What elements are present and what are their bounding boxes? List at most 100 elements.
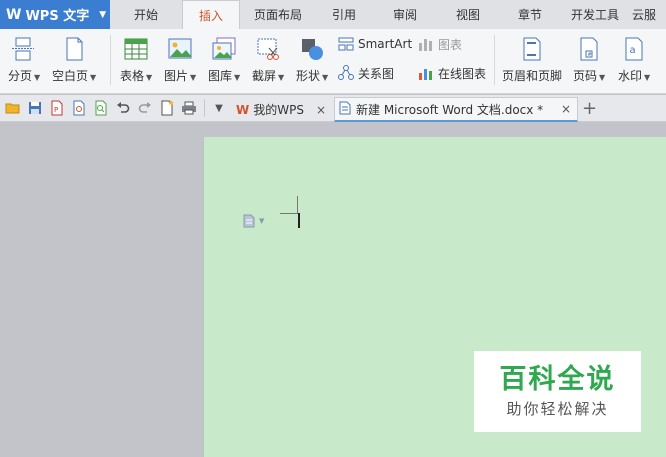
menu-bar: W WPS 文字 ▼ 开始 插入 页面布局 引用 审阅 视图 章节 开发工具 云… bbox=[0, 0, 666, 29]
header-footer-button[interactable]: 页眉和页脚 bbox=[502, 35, 562, 87]
online-chart-label: 在线图表 bbox=[438, 66, 487, 81]
chevron-down-icon: ▼ bbox=[599, 73, 606, 82]
relation-chart-icon bbox=[338, 65, 354, 81]
paragraph-layout-icon[interactable]: ▼ bbox=[242, 213, 268, 229]
close-icon[interactable]: × bbox=[561, 102, 571, 116]
app-menu-button[interactable]: W WPS 文字 ▼ bbox=[0, 0, 110, 29]
menu-tabs: 开始 插入 页面布局 引用 审阅 视图 章节 开发工具 云服 bbox=[110, 0, 666, 29]
watermark-label: 水印 bbox=[618, 69, 643, 83]
tab-references[interactable]: 引用 bbox=[316, 0, 372, 29]
online-chart-button[interactable]: 在线图表 bbox=[418, 64, 486, 82]
gallery-label: 图库 bbox=[208, 69, 233, 83]
word-doc-icon bbox=[339, 101, 351, 118]
save-icon[interactable] bbox=[27, 100, 43, 116]
table-icon bbox=[122, 35, 150, 63]
page-break-icon bbox=[10, 35, 38, 63]
tab-insert[interactable]: 插入 bbox=[182, 0, 240, 29]
table-button[interactable]: 表格 ▼ bbox=[120, 35, 152, 87]
tab-page-layout[interactable]: 页面布局 bbox=[240, 0, 316, 29]
blank-page-label: 空白页 bbox=[52, 69, 89, 83]
watermark-button[interactable]: a 水印 ▼ bbox=[618, 35, 650, 87]
chart-label: 图表 bbox=[438, 37, 463, 52]
shapes-button[interactable]: 形状 ▼ bbox=[296, 35, 328, 87]
header-footer-label: 页眉和页脚 bbox=[502, 69, 563, 83]
document-background bbox=[0, 122, 666, 137]
chevron-down-icon: ▼ bbox=[190, 73, 197, 82]
wps-logo-icon: W bbox=[236, 102, 250, 117]
svg-text:a: a bbox=[630, 45, 636, 56]
tab-cloud[interactable]: 云服 bbox=[628, 0, 666, 29]
picture-button[interactable]: 图片 ▼ bbox=[164, 35, 196, 87]
chevron-down-icon: ▼ bbox=[322, 73, 329, 82]
chevron-down-icon: ▼ bbox=[234, 73, 241, 82]
ribbon: 分页 ▼ 空白页 ▼ 表格 ▼ 图片 ▼ 图库 ▼ 截屏 ▼ 形状 ▼ Smar… bbox=[0, 29, 666, 94]
doc-tab-label: 新建 Microsoft Word 文档.docx * bbox=[356, 102, 544, 117]
chevron-down-icon: ▼ bbox=[34, 73, 41, 82]
text-cursor bbox=[298, 213, 300, 228]
margin-corner-mark bbox=[280, 213, 298, 214]
tab-review[interactable]: 审阅 bbox=[372, 0, 438, 29]
table-label: 表格 bbox=[120, 69, 145, 83]
ribbon-divider bbox=[110, 35, 111, 85]
chevron-down-icon: ▼ bbox=[644, 73, 651, 82]
ribbon-divider bbox=[494, 35, 495, 85]
page-break-label: 分页 bbox=[8, 69, 33, 83]
chevron-down-icon: ▼ bbox=[278, 73, 285, 82]
gallery-button[interactable]: 图库 ▼ bbox=[208, 35, 240, 87]
tab-home[interactable]: 开始 bbox=[110, 0, 182, 29]
watermark-title: 百科全说 bbox=[499, 364, 616, 395]
chevron-down-icon[interactable]: ▼ bbox=[211, 100, 227, 116]
relation-chart-label: 关系图 bbox=[358, 66, 395, 81]
svg-text:#: # bbox=[588, 52, 592, 58]
chevron-down-icon: ▼ bbox=[259, 217, 265, 225]
shapes-label: 形状 bbox=[296, 69, 321, 83]
header-footer-icon bbox=[518, 35, 546, 63]
chevron-down-icon: ▼ bbox=[90, 73, 97, 82]
margin-corner-mark bbox=[297, 196, 298, 214]
smartart-label: SmartArt bbox=[358, 37, 413, 51]
page-number-button[interactable]: # 页码 ▼ bbox=[573, 35, 605, 87]
find-icon[interactable] bbox=[93, 100, 109, 116]
screenshot-label: 截屏 bbox=[252, 69, 277, 83]
redo-icon[interactable] bbox=[137, 100, 153, 116]
export-pdf-icon[interactable]: P bbox=[49, 100, 65, 116]
plus-icon[interactable]: + bbox=[582, 98, 597, 119]
tab-view[interactable]: 视图 bbox=[438, 0, 498, 29]
scissors-icon bbox=[254, 35, 282, 63]
shapes-icon bbox=[298, 35, 326, 63]
chevron-down-icon: ▼ bbox=[99, 9, 107, 20]
watermark-subtitle: 助你轻松解决 bbox=[506, 400, 609, 418]
picture-label: 图片 bbox=[164, 69, 189, 83]
wps-logo-icon: W bbox=[6, 6, 22, 23]
tab-developer[interactable]: 开发工具 bbox=[562, 0, 628, 29]
smartart-icon bbox=[338, 36, 354, 52]
quick-access-bar: P ▼ W 我的WPS × 新建 Microsoft Word 文档.docx … bbox=[0, 95, 666, 122]
page-number-icon: # bbox=[575, 35, 603, 63]
page-break-button[interactable]: 分页 ▼ bbox=[8, 35, 40, 87]
new-document-icon[interactable] bbox=[159, 100, 175, 116]
chevron-down-icon: ▼ bbox=[146, 73, 153, 82]
blank-page-icon bbox=[60, 35, 88, 63]
close-icon[interactable]: × bbox=[316, 103, 326, 117]
screenshot-button[interactable]: 截屏 ▼ bbox=[252, 35, 284, 87]
online-chart-icon bbox=[418, 65, 434, 81]
watermark-icon: a bbox=[620, 35, 648, 63]
blank-page-button[interactable]: 空白页 ▼ bbox=[52, 35, 96, 87]
undo-icon[interactable] bbox=[115, 100, 131, 116]
open-folder-icon[interactable] bbox=[5, 100, 21, 116]
relation-chart-button[interactable]: 关系图 bbox=[338, 64, 394, 82]
app-name: WPS 文字 bbox=[25, 9, 90, 24]
chart-button[interactable]: 图表 bbox=[418, 35, 462, 53]
doc-tab-my-wps[interactable]: W 我的WPS × bbox=[232, 97, 332, 122]
toolbar-divider bbox=[204, 99, 205, 117]
print-icon[interactable] bbox=[181, 100, 197, 116]
tab-chapter[interactable]: 章节 bbox=[498, 0, 562, 29]
picture-icon bbox=[166, 35, 194, 63]
svg-text:P: P bbox=[54, 106, 58, 114]
gallery-icon bbox=[210, 35, 238, 63]
site-watermark: 百科全说 助你轻松解决 bbox=[474, 351, 641, 432]
smartart-button[interactable]: SmartArt bbox=[338, 35, 412, 53]
doc-tab-current[interactable]: 新建 Microsoft Word 文档.docx * × bbox=[334, 97, 578, 122]
print-preview-icon[interactable] bbox=[71, 100, 87, 116]
doc-tab-label: 我的WPS bbox=[253, 103, 304, 117]
